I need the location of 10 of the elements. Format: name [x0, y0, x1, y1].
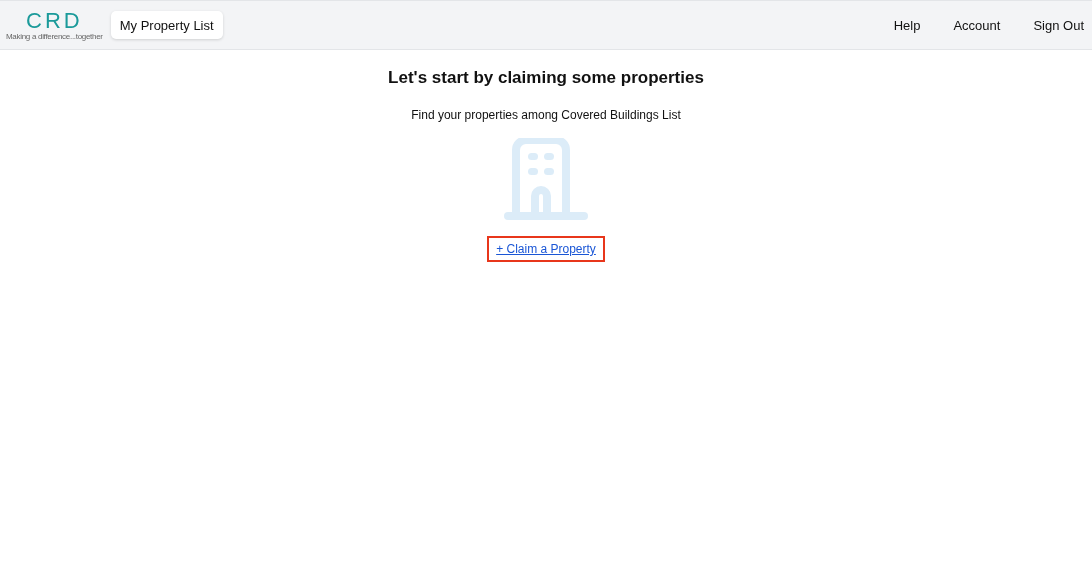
nav-link[interactable]: Account	[930, 17, 1011, 33]
nav-link[interactable]: Sign Out	[1010, 17, 1092, 33]
nav-link[interactable]: Help	[893, 17, 931, 33]
logo-tagline: Making a difference...together	[6, 31, 103, 41]
logo: CRD	[26, 9, 83, 32]
page-title: Let's start by claiming some properties	[388, 68, 704, 88]
my-property-list-button[interactable]: My Property List	[110, 11, 223, 39]
claim-property-link[interactable]: + Claim a Property	[487, 236, 605, 262]
building-icon	[504, 138, 588, 222]
page-subtitle: Find your properties among Covered Buildings List	[411, 108, 681, 122]
